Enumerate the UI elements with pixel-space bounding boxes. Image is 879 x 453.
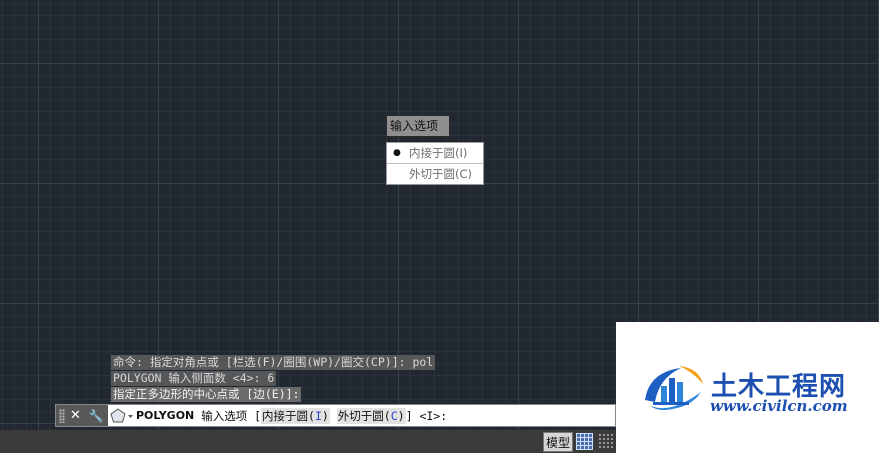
history-line: 指定正多边形的中心点或 [边(E)]: — [111, 387, 302, 402]
command-history: 命令: 指定对角点或 [栏选(F)/圈围(WP)/圈交(CP)]: pol PO… — [111, 355, 436, 403]
input-options-title-text: 输入选项 — [390, 119, 439, 133]
drag-handle-icon[interactable] — [59, 408, 65, 423]
option-circumscribed[interactable]: 外切于圆(C) — [387, 163, 483, 184]
history-line: POLYGON 输入侧面数 <4>: 6 — [111, 371, 277, 386]
option-key: C — [390, 408, 398, 423]
polygon-icon — [110, 407, 133, 422]
model-tab[interactable]: 模型 — [543, 432, 573, 452]
option-inscribed-link[interactable]: 内接于圆(I) — [261, 407, 330, 424]
snap-mode-icon[interactable] — [598, 433, 615, 450]
selected-bullet-icon: ● — [393, 148, 401, 158]
option-paren: ) — [321, 408, 329, 423]
input-options-title: 输入选项 — [386, 115, 450, 137]
command-name: POLYGON — [136, 409, 195, 422]
civilcn-logo-icon — [645, 366, 703, 410]
command-prompt-text: 输入选项 [ — [194, 408, 262, 423]
watermark-url: www.civilcn.com — [710, 397, 848, 415]
command-prompt[interactable]: POLYGON 输入选项 [ 内接于圆(I) 外切于圆(C) ] <I>: — [136, 407, 448, 424]
option-inscribed-label: 内接于圆(I) — [409, 146, 468, 160]
wrench-icon[interactable]: 🔧 — [89, 409, 104, 423]
option-label: 外切于圆( — [337, 408, 391, 423]
close-icon[interactable]: ✕ — [70, 408, 81, 423]
status-bar — [0, 430, 616, 453]
option-label: 内接于圆( — [262, 408, 315, 423]
option-inscribed[interactable]: ● 内接于圆(I) — [387, 143, 483, 163]
option-key: I — [314, 408, 322, 423]
input-options-menu: ● 内接于圆(I) 外切于圆(C) — [386, 142, 484, 185]
grid-display-icon[interactable] — [576, 433, 593, 450]
model-tab-label: 模型 — [545, 436, 570, 450]
option-paren: ) — [397, 408, 405, 423]
recent-commands-button[interactable] — [108, 405, 136, 426]
history-line: 命令: 指定对角点或 [栏选(F)/圈围(WP)/圈交(CP)]: pol — [111, 355, 436, 370]
option-circumscribed-link[interactable]: 外切于圆(C) — [336, 407, 406, 424]
command-line-controls: ✕ 🔧 — [56, 405, 108, 426]
watermark: 土木工程网 www.civilcn.com — [616, 322, 879, 453]
option-circumscribed-label: 外切于圆(C) — [409, 167, 473, 181]
command-line[interactable]: ✕ 🔧 POLYGON 输入选项 [ 内接于圆(I) 外切于圆(C) ] <I>… — [55, 404, 616, 427]
command-suffix: ] <I>: — [405, 408, 448, 423]
